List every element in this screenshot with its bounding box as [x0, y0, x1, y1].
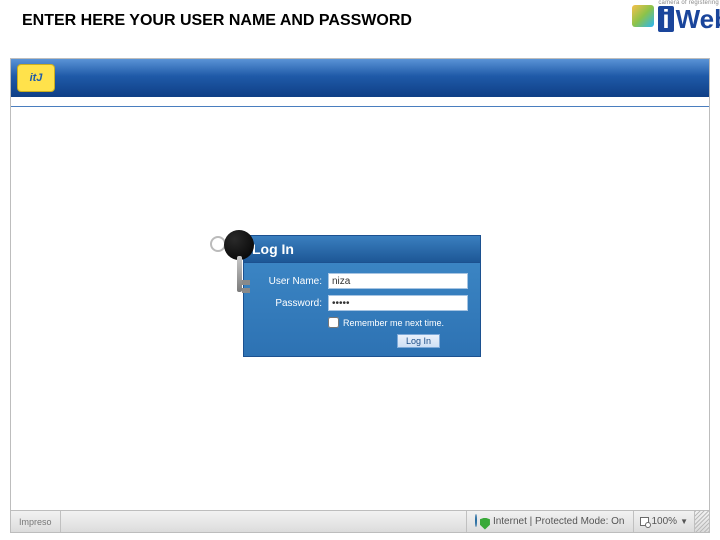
brand-name-text: Web [676, 6, 720, 32]
page-instruction: ENTER HERE YOUR USER NAME AND PASSWORD [22, 12, 412, 30]
brand-block: camera of registering iWeb [632, 0, 720, 32]
login-title: Log In [244, 236, 480, 263]
username-input[interactable] [328, 273, 468, 289]
username-row: User Name: [254, 273, 470, 289]
chevron-down-icon: ▼ [680, 517, 688, 526]
browser-window: itJ Log In User Name: Password: [10, 58, 710, 533]
login-panel: Log In User Name: Password: Remember me … [243, 235, 481, 357]
brand-icon [632, 5, 654, 27]
password-row: Password: [254, 295, 470, 311]
brand-text-block: camera of registering iWeb [658, 0, 720, 32]
password-label: Password: [254, 298, 322, 309]
status-separator [60, 511, 61, 532]
security-zone-cell[interactable]: Internet | Protected Mode: On [467, 515, 633, 529]
status-bar: Impreso Internet | Protected Mode: On 10… [11, 510, 709, 532]
content-area: Log In User Name: Password: Remember me … [11, 107, 709, 510]
zoom-icon [640, 517, 649, 526]
brand-prefix: i [658, 6, 673, 32]
app-logo: itJ [17, 64, 55, 92]
zoom-text: 100% [652, 516, 678, 527]
header-band: itJ [11, 59, 709, 97]
internet-zone-icon [475, 515, 489, 529]
key-icon [214, 230, 260, 310]
login-button-wrap: Log In [254, 334, 470, 348]
resize-grip[interactable] [695, 511, 709, 532]
remember-label: Remember me next time. [343, 318, 444, 328]
login-button[interactable]: Log In [397, 334, 440, 348]
remember-row: Remember me next time. [328, 317, 470, 328]
remember-checkbox[interactable] [328, 317, 339, 328]
login-body: User Name: Password: Remember me next ti… [244, 263, 480, 356]
username-label: User Name: [254, 276, 322, 287]
header-sub-band [11, 97, 709, 107]
security-zone-text: Internet | Protected Mode: On [493, 516, 625, 527]
brand-name: iWeb [658, 6, 720, 32]
status-left-text: Impreso [11, 517, 60, 527]
password-input[interactable] [328, 295, 468, 311]
zoom-cell[interactable]: 100% ▼ [634, 516, 695, 527]
